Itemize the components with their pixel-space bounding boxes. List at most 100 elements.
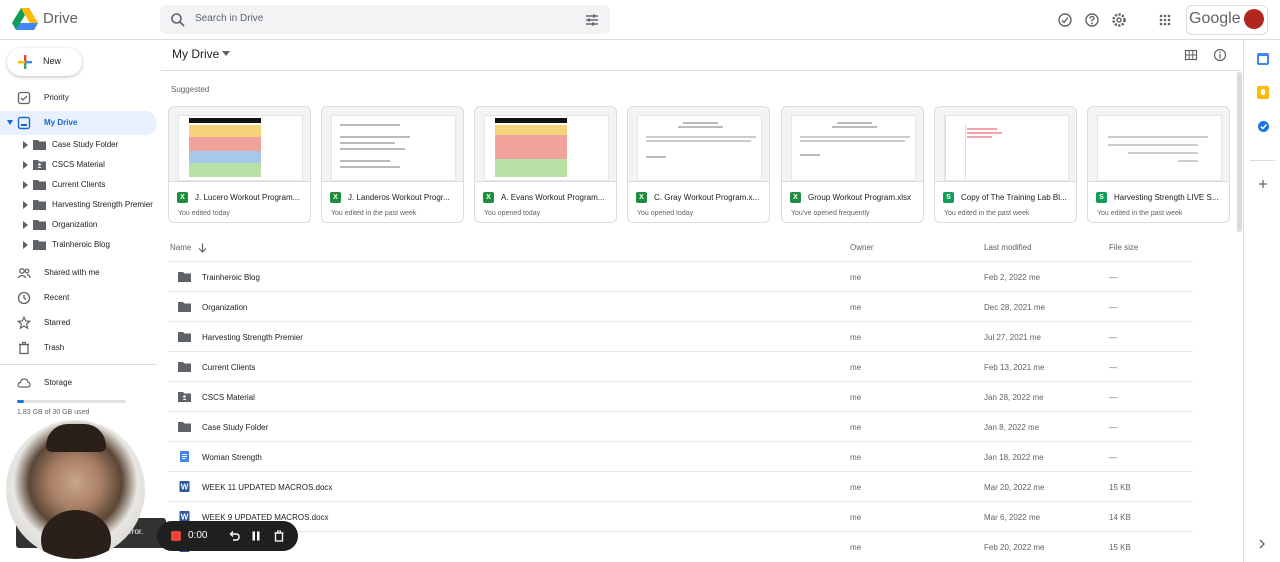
file-name: Current Clients: [202, 363, 256, 372]
chevron-down-icon[interactable]: [222, 51, 230, 57]
tree-folder-case-study[interactable]: Case Study Folder: [0, 136, 157, 154]
file-owner: me: [850, 303, 862, 312]
file-preview-thumbnail: [1097, 115, 1222, 181]
file-modified: Jan 28, 2022 me: [984, 393, 1044, 402]
tree-folder-label: Current Clients: [52, 180, 106, 189]
webcam-beard: [41, 510, 111, 559]
modified-date: Mar 6, 2022: [984, 513, 1027, 522]
suggested-card[interactable]: X Group Workout Program.xlsx You've open…: [781, 106, 924, 223]
card-file-name: J. Lucero Workout Program...: [195, 193, 300, 202]
new-button[interactable]: New: [7, 48, 82, 76]
stop-recording-button[interactable]: [171, 531, 181, 541]
column-header-name[interactable]: Name: [170, 243, 191, 252]
suggested-card[interactable]: X C. Gray Workout Program.x... You opene…: [627, 106, 770, 223]
suggested-card[interactable]: S Harvesting Strength LIVE S... You edit…: [1087, 106, 1230, 223]
sidebar-item-starred[interactable]: Starred: [0, 311, 157, 335]
webcam-hair: [46, 424, 106, 452]
google-doc-icon: [180, 451, 189, 462]
expand-caret-icon[interactable]: [23, 181, 28, 189]
file-size: —: [1109, 453, 1117, 462]
column-header-owner[interactable]: Owner: [850, 243, 874, 252]
sidebar-item-recent[interactable]: Recent: [0, 286, 157, 310]
tree-folder-harvesting[interactable]: Harvesting Strength Premier: [0, 196, 157, 214]
excel-file-icon: X: [330, 192, 341, 203]
expand-caret-icon[interactable]: [23, 241, 28, 249]
file-row[interactable]: Harvesting Strength Premier me Jul 27, 202…: [168, 321, 1193, 351]
file-row[interactable]: Trainheroic Blog me Feb 2, 2022 me —: [168, 261, 1193, 291]
expand-caret-icon[interactable]: [23, 221, 28, 229]
file-row[interactable]: CSCS Material me Jan 28, 2022 me —: [168, 381, 1193, 411]
sidebar-item-my-drive[interactable]: My Drive: [0, 111, 157, 135]
suggested-card[interactable]: S Copy of The Training Lab Bl... You edi…: [934, 106, 1077, 223]
sidebar-item-priority[interactable]: Priority: [0, 86, 157, 110]
webcam-overlay: [6, 420, 145, 559]
suggested-card[interactable]: X J. Landeros Workout Progr... You edite…: [321, 106, 464, 223]
search-options-icon[interactable]: [584, 12, 600, 28]
file-owner: me: [850, 513, 862, 522]
tree-folder-cscs[interactable]: CSCS Material: [0, 156, 157, 174]
file-modified: Jul 27, 2021 me: [984, 333, 1041, 342]
column-header-size[interactable]: File size: [1109, 243, 1138, 252]
sidebar-item-shared[interactable]: Shared with me: [0, 261, 157, 285]
file-modified: Jan 8, 2022 me: [984, 423, 1039, 432]
pause-icon[interactable]: [249, 529, 263, 543]
tree-folder-organization[interactable]: Organization: [0, 216, 157, 234]
expand-caret-icon[interactable]: [23, 161, 28, 169]
offline-status-icon[interactable]: [1057, 12, 1073, 28]
file-row[interactable]: Organization me Dec 28, 2021 me —: [168, 291, 1193, 321]
column-header-modified[interactable]: Last modified: [984, 243, 1032, 252]
file-modified: Feb 2, 2022 me: [984, 273, 1040, 282]
suggested-card[interactable]: X J. Lucero Workout Program... You edite…: [168, 106, 311, 223]
tree-folder-current-clients[interactable]: Current Clients: [0, 176, 157, 194]
file-row[interactable]: Current Clients me Feb 13, 2021 me —: [168, 351, 1193, 381]
vertical-scrollbar[interactable]: [1237, 72, 1242, 232]
file-size: —: [1109, 303, 1117, 312]
sidebar-item-label: Priority: [44, 93, 69, 102]
sidebar-item-storage[interactable]: Storage: [0, 371, 157, 395]
search-icon[interactable]: [170, 12, 186, 28]
recording-timer: 0:00: [188, 530, 208, 541]
avatar[interactable]: [1244, 9, 1264, 29]
delete-recording-icon[interactable]: [272, 529, 286, 543]
expand-caret-icon[interactable]: [23, 141, 28, 149]
storage-progress-bar: [17, 400, 126, 403]
apps-grid-icon[interactable]: [1157, 12, 1173, 28]
page-title[interactable]: My Drive: [172, 47, 219, 61]
suggested-card[interactable]: X A. Evans Workout Program... You opened…: [474, 106, 617, 223]
file-row[interactable]: W WEEK 9 UPDATED MACROS.docx me Mar 6, 2022…: [168, 501, 1193, 531]
sort-arrow-down-icon[interactable]: [198, 243, 207, 253]
tree-folder-label: Organization: [52, 220, 98, 229]
svg-text:W: W: [181, 483, 189, 492]
add-addon-plus-icon[interactable]: [1257, 178, 1269, 190]
help-icon[interactable]: [1084, 12, 1100, 28]
file-row[interactable]: Woman Strength me Jan 18, 2022 me —: [168, 441, 1193, 471]
settings-gear-icon[interactable]: [1111, 12, 1127, 28]
file-row[interactable]: W WEEK 11 UPDATED MACROS.docx me Mar 20, 20…: [168, 471, 1193, 501]
header-divider: [161, 70, 1241, 71]
expand-panel-chevron-icon[interactable]: [1258, 539, 1266, 549]
cloud-icon: [17, 378, 31, 388]
folder-icon: [33, 200, 46, 210]
file-size: —: [1109, 333, 1117, 342]
app-name: Drive: [43, 10, 79, 27]
tasks-icon[interactable]: [1257, 120, 1270, 133]
keep-icon[interactable]: [1257, 86, 1269, 99]
folder-icon: [33, 180, 46, 190]
file-row[interactable]: Case Study Folder me Jan 8, 2022 me —: [168, 411, 1193, 441]
search-input[interactable]: Search in Drive: [195, 13, 263, 24]
expand-caret-icon[interactable]: [23, 201, 28, 209]
drive-logo-icon[interactable]: [12, 8, 38, 30]
undo-icon[interactable]: [227, 529, 241, 543]
collapse-caret-icon[interactable]: [7, 120, 13, 125]
grid-view-icon[interactable]: [1184, 48, 1198, 62]
info-icon[interactable]: [1213, 48, 1227, 62]
sidebar-item-trash[interactable]: Trash: [0, 336, 157, 360]
tree-folder-label: Harvesting Strength Premier: [52, 200, 153, 209]
side-panel: [1243, 40, 1280, 562]
tree-folder-trainheroic[interactable]: Trainheroic Blog: [0, 236, 157, 254]
sidebar-divider: [0, 364, 157, 365]
file-row[interactable]: W...docxmeFeb 20, 2022 me15 KB: [168, 531, 1193, 561]
search-bar[interactable]: Search in Drive: [160, 5, 610, 34]
file-preview-thumbnail: [791, 115, 916, 181]
calendar-icon[interactable]: [1257, 53, 1269, 65]
